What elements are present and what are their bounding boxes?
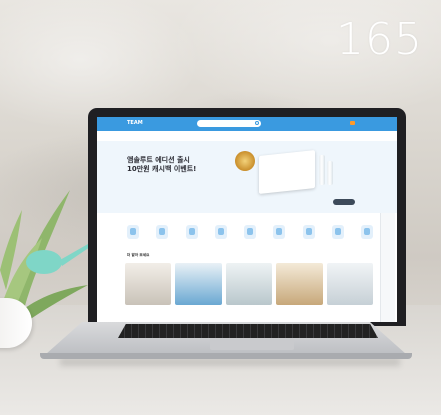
laptop-front-lip <box>40 353 412 359</box>
category-icon[interactable] <box>244 225 256 239</box>
category-icon[interactable] <box>185 225 198 239</box>
page-number: 165 <box>336 14 423 65</box>
award-badge-icon <box>235 151 255 171</box>
website-screen: TEAM 앰솔루트 에디션 출시 10만원 캐시백 이벤트! 더 알아 보세요 <box>97 117 397 322</box>
product-thumbnails <box>125 263 374 305</box>
category-icon[interactable] <box>127 225 139 239</box>
hero-title-line1: 앰솔루트 에디션 출시 <box>127 156 190 164</box>
quick-menu-panel[interactable] <box>380 213 395 322</box>
product-bottle-image <box>319 155 325 185</box>
product-thumbnail[interactable] <box>175 263 222 305</box>
search-input[interactable] <box>197 120 261 127</box>
hero-banner[interactable]: 앰솔루트 에디션 출시 10만원 캐시백 이벤트! <box>97 141 397 213</box>
hero-title: 앰솔루트 에디션 출시 10만원 캐시백 이벤트! <box>127 156 196 174</box>
product-thumbnail[interactable] <box>326 263 374 305</box>
section-title: 더 알아 보세요 <box>127 253 150 257</box>
hero-title-line2: 10만원 캐시백 이벤트! <box>127 165 197 173</box>
watering-can-icon <box>26 244 90 274</box>
carousel-indicator[interactable] <box>333 199 355 205</box>
product-box-image <box>259 150 315 194</box>
product-thumbnail[interactable] <box>125 263 172 305</box>
category-icon-row <box>127 225 373 239</box>
site-header: TEAM <box>97 117 397 131</box>
laptop-shadow <box>60 358 400 366</box>
product-thumbnail[interactable] <box>276 263 323 305</box>
category-icon[interactable] <box>156 225 169 239</box>
search-icon[interactable] <box>255 121 259 125</box>
category-icon[interactable] <box>302 225 315 239</box>
laptop-screen: TEAM 앰솔루트 에디션 출시 10만원 캐시백 이벤트! 더 알아 보세요 <box>88 108 406 326</box>
category-icon[interactable] <box>331 225 344 239</box>
category-icon[interactable] <box>273 225 286 239</box>
site-logo[interactable]: TEAM <box>127 120 143 126</box>
laptop-keyboard <box>118 324 378 338</box>
laptop-trackpad <box>210 338 294 350</box>
product-thumbnail[interactable] <box>225 263 273 305</box>
product-bottle-image <box>327 161 333 185</box>
category-icon[interactable] <box>214 225 227 239</box>
category-icon[interactable] <box>361 225 373 239</box>
cart-icon[interactable] <box>350 121 355 125</box>
